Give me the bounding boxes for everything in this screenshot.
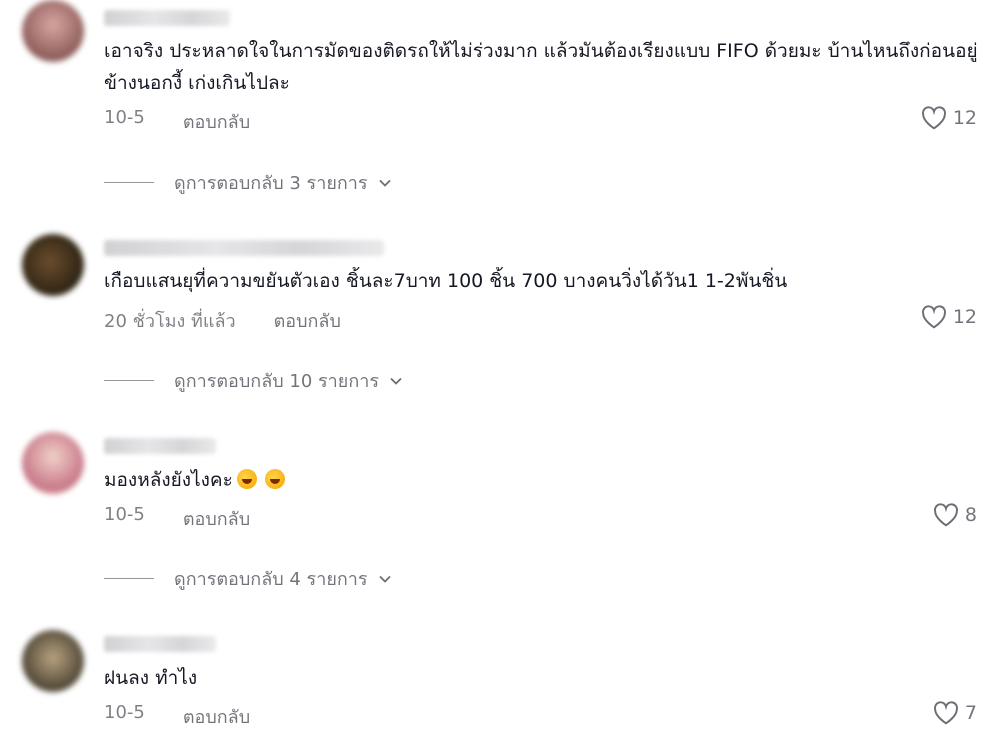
username-blurred[interactable] xyxy=(104,240,384,256)
view-replies-button[interactable]: ดูการตอบกลับ 4 รายการ xyxy=(104,564,392,593)
username-blurred[interactable] xyxy=(104,10,230,26)
like-count: 12 xyxy=(952,107,977,129)
chevron-down-icon xyxy=(378,179,391,187)
reply-button[interactable]: ตอบกลับ xyxy=(183,504,250,533)
heart-icon xyxy=(921,305,946,329)
avatar[interactable] xyxy=(22,234,84,296)
view-replies-label: ดูการตอบกลับ 4 รายการ xyxy=(174,569,368,590)
like-count: 7 xyxy=(964,702,977,724)
like-button[interactable]: 12 xyxy=(921,106,977,130)
comment-date: 10-5 xyxy=(104,107,145,128)
comment-text-body: มองหลังยังไงคะ xyxy=(104,469,233,491)
chevron-down-icon xyxy=(390,377,402,385)
avatar[interactable] xyxy=(22,0,84,62)
rolling-laughing-emoji-icon xyxy=(236,469,257,489)
comment-meta: 10-5 ตอบกลับ xyxy=(104,504,250,533)
comment-date: 20 ชั่วโมง ที่แล้ว xyxy=(104,311,236,332)
view-replies-button[interactable]: ดูการตอบกลับ 10 รายการ xyxy=(104,366,403,395)
view-replies-button[interactable]: ดูการตอบกลับ 3 รายการ xyxy=(104,168,392,197)
username-blurred[interactable] xyxy=(104,438,216,454)
like-count: 12 xyxy=(952,306,977,328)
username-blurred[interactable] xyxy=(104,636,216,652)
comment-date: 10-5 xyxy=(104,504,145,525)
comment-meta: 20 ชั่วโมง ที่แล้ว ตอบกลับ xyxy=(104,306,341,335)
like-button[interactable]: 12 xyxy=(921,305,977,329)
heart-icon xyxy=(933,503,958,527)
comment-meta: 10-5 ตอบกลับ xyxy=(104,702,250,731)
rolling-laughing-emoji-icon xyxy=(264,469,285,489)
chevron-down-icon xyxy=(378,575,391,583)
comment-date: 10-5 xyxy=(104,702,145,723)
comment-text: ฝนลง ทำไง xyxy=(104,667,198,689)
avatar[interactable] xyxy=(22,432,84,494)
like-button[interactable]: 8 xyxy=(933,503,977,527)
avatar[interactable] xyxy=(22,630,84,692)
reply-button[interactable]: ตอบกลับ xyxy=(183,702,250,731)
divider-line xyxy=(104,182,154,183)
divider-line xyxy=(104,380,154,381)
view-replies-label: ดูการตอบกลับ 10 รายการ xyxy=(174,371,379,392)
view-replies-label: ดูการตอบกลับ 3 รายการ xyxy=(174,173,368,194)
comment-text: มองหลังยังไงคะ xyxy=(104,464,984,496)
reply-button[interactable]: ตอบกลับ xyxy=(274,306,341,335)
like-button[interactable]: 7 xyxy=(933,701,977,725)
reply-button[interactable]: ตอบกลับ xyxy=(183,107,250,136)
like-count: 8 xyxy=(964,504,977,526)
comment-text: เอาจริง ประหลาดใจในการมัดของติดรถให้ไม่ร… xyxy=(104,40,978,94)
heart-icon xyxy=(921,106,946,130)
comment-text: เกือบแสนยุที่ความขยันตัวเอง ชิ้นละ7บาท 1… xyxy=(104,270,788,292)
divider-line xyxy=(104,578,154,579)
heart-icon xyxy=(933,701,958,725)
comment-meta: 10-5 ตอบกลับ xyxy=(104,107,250,136)
